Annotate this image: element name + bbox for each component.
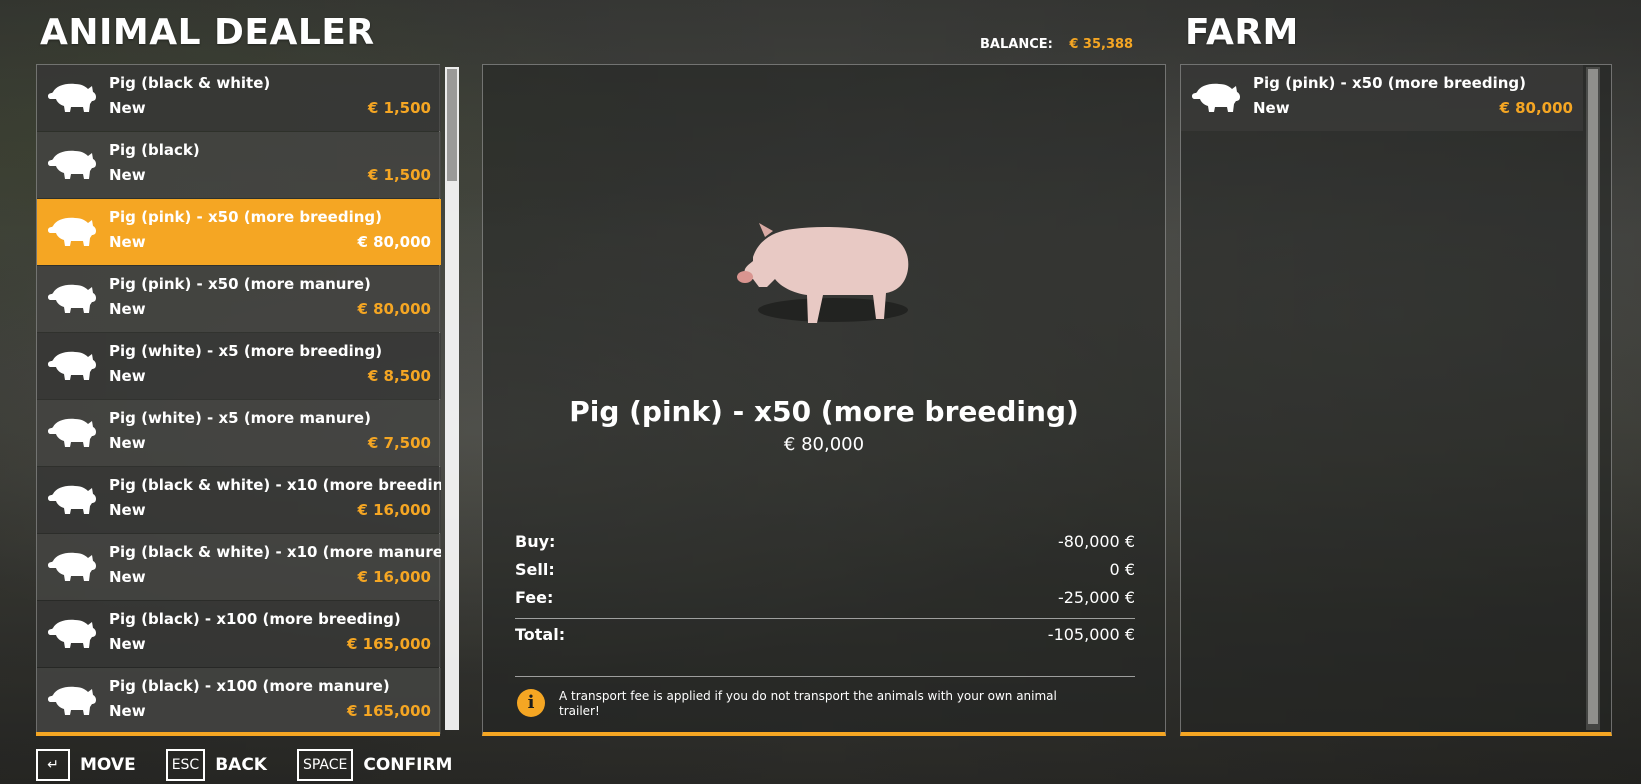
dealer-panel-underline [36, 732, 440, 736]
item-price: € 8,500 [367, 367, 431, 385]
item-price: € 165,000 [347, 635, 431, 653]
item-status: New [109, 367, 146, 385]
pig-icon [48, 83, 96, 112]
pig-icon [48, 351, 96, 380]
dealer-list-item[interactable]: Pig (white) - x5 (more manure) New € 7,5… [37, 400, 441, 466]
pig-icon [48, 485, 96, 514]
dealer-list-item[interactable]: Pig (black & white) - x10 (more manure) … [37, 534, 441, 600]
dealer-list-item[interactable]: Pig (black & white) New € 1,500 [37, 65, 441, 131]
scrollbar-thumb[interactable] [1588, 69, 1598, 724]
back-control[interactable]: ESC BACK [165, 749, 267, 781]
farm-list: Pig (pink) - x50 (more breeding) New € 8… [1181, 65, 1583, 132]
move-label: MOVE [80, 755, 136, 775]
item-status: New [1253, 99, 1290, 117]
detail-price: € 80,000 [783, 434, 865, 455]
total-label: Total: [515, 625, 566, 644]
confirm-control[interactable]: SPACE CONFIRM [296, 749, 453, 781]
dealer-list-item[interactable]: Pig (black) - x100 (more manure) New € 1… [37, 668, 441, 734]
buy-label: Buy: [515, 532, 556, 551]
item-name: Pig (black & white) [109, 74, 271, 92]
pig-image [737, 223, 909, 323]
totals-divider [515, 618, 1135, 619]
dealer-list-item[interactable]: Pig (black) - x100 (more breeding) New €… [37, 601, 441, 667]
enter-key-icon: ↵ [36, 749, 70, 781]
item-name: Pig (pink) - x50 (more breeding) [109, 208, 382, 226]
item-name: Pig (black & white) - x10 (more manure) [109, 543, 441, 561]
total-value: -105,000 € [1047, 625, 1135, 644]
animal-detail-panel: Pig (pink) - x50 (more breeding) € 80,00… [482, 64, 1166, 736]
sell-value: 0 € [1109, 560, 1135, 579]
item-price: € 16,000 [357, 501, 431, 519]
item-status: New [109, 166, 146, 184]
item-name: Pig (black) - x100 (more manure) [109, 677, 390, 695]
item-price: € 80,000 [357, 300, 431, 318]
item-status: New [109, 99, 146, 117]
pig-icon [48, 552, 96, 581]
pig-icon [48, 150, 96, 179]
pig-icon [48, 619, 96, 648]
dealer-list-panel: Pig (black & white) New € 1,500 Pig (bla… [36, 64, 459, 735]
farm-scrollbar[interactable] [1586, 67, 1600, 730]
farm-title: FARM [1185, 12, 1299, 53]
item-price: € 1,500 [367, 99, 431, 117]
animal-dealer-title: ANIMAL DEALER [40, 12, 375, 53]
item-status: New [109, 635, 146, 653]
item-status: New [109, 434, 146, 452]
item-price: € 80,000 [357, 233, 431, 251]
fee-label: Fee: [515, 588, 554, 607]
item-name: Pig (pink) - x50 (more manure) [109, 275, 371, 293]
item-name: Pig (black & white) - x10 (more breeding [109, 476, 441, 494]
item-status: New [109, 233, 146, 251]
item-name: Pig (black) [109, 141, 200, 159]
dealer-list: Pig (black & white) New € 1,500 Pig (bla… [37, 65, 441, 735]
farm-list-panel: Pig (pink) - x50 (more breeding) New € 8… [1180, 64, 1612, 736]
esc-key-icon: ESC [165, 749, 206, 781]
pig-icon [48, 217, 96, 246]
dealer-list-item[interactable]: Pig (pink) - x50 (more manure) New € 80,… [37, 266, 441, 332]
dealer-list-item[interactable]: Pig (white) - x5 (more breeding) New € 8… [37, 333, 441, 399]
scrollbar-thumb[interactable] [447, 69, 457, 181]
pig-icon [48, 418, 96, 447]
detail-title: Pig (pink) - x50 (more breeding) [569, 395, 1079, 428]
item-name: Pig (white) - x5 (more manure) [109, 409, 371, 427]
pig-icon [1192, 83, 1240, 112]
buy-value: -80,000 € [1057, 532, 1135, 551]
item-status: New [109, 702, 146, 720]
item-status: New [109, 568, 146, 586]
pig-icon [48, 686, 96, 715]
item-status: New [109, 501, 146, 519]
info-divider [515, 676, 1135, 677]
item-price: € 80,000 [1499, 99, 1573, 117]
pig-icon [48, 284, 96, 313]
dealer-list-item[interactable]: Pig (black) New € 1,500 [37, 132, 441, 198]
item-name: Pig (pink) - x50 (more breeding) [1253, 74, 1526, 92]
item-price: € 165,000 [347, 702, 431, 720]
item-name: Pig (white) - x5 (more breeding) [109, 342, 383, 360]
balance-label: BALANCE: [980, 37, 1053, 52]
balance-display: BALANCE: € 35,388 [980, 37, 1133, 52]
space-key-icon: SPACE [296, 749, 354, 781]
item-name: Pig (black) - x100 (more breeding) [109, 610, 401, 628]
info-icon: i [517, 689, 545, 717]
item-price: € 7,500 [367, 434, 431, 452]
item-price: € 16,000 [357, 568, 431, 586]
controls-bar: ↵ MOVE ESC BACK SPACE CONFIRM [36, 748, 482, 782]
dealer-scrollbar[interactable] [445, 67, 459, 730]
farm-list-item[interactable]: Pig (pink) - x50 (more breeding) New € 8… [1181, 65, 1583, 131]
sell-label: Sell: [515, 560, 555, 579]
balance-value: € 35,388 [1069, 37, 1134, 52]
confirm-label: CONFIRM [363, 755, 453, 775]
dealer-list-item-selected[interactable]: Pig (pink) - x50 (more breeding) New € 8… [37, 199, 441, 265]
fee-value: -25,000 € [1057, 588, 1135, 607]
item-status: New [109, 300, 146, 318]
move-control[interactable]: ↵ MOVE [36, 749, 136, 781]
dealer-list-item[interactable]: Pig (black & white) - x10 (more breeding… [37, 467, 441, 533]
back-label: BACK [215, 755, 267, 775]
item-price: € 1,500 [367, 166, 431, 184]
transport-fee-note: A transport fee is applied if you do not… [559, 689, 1057, 718]
